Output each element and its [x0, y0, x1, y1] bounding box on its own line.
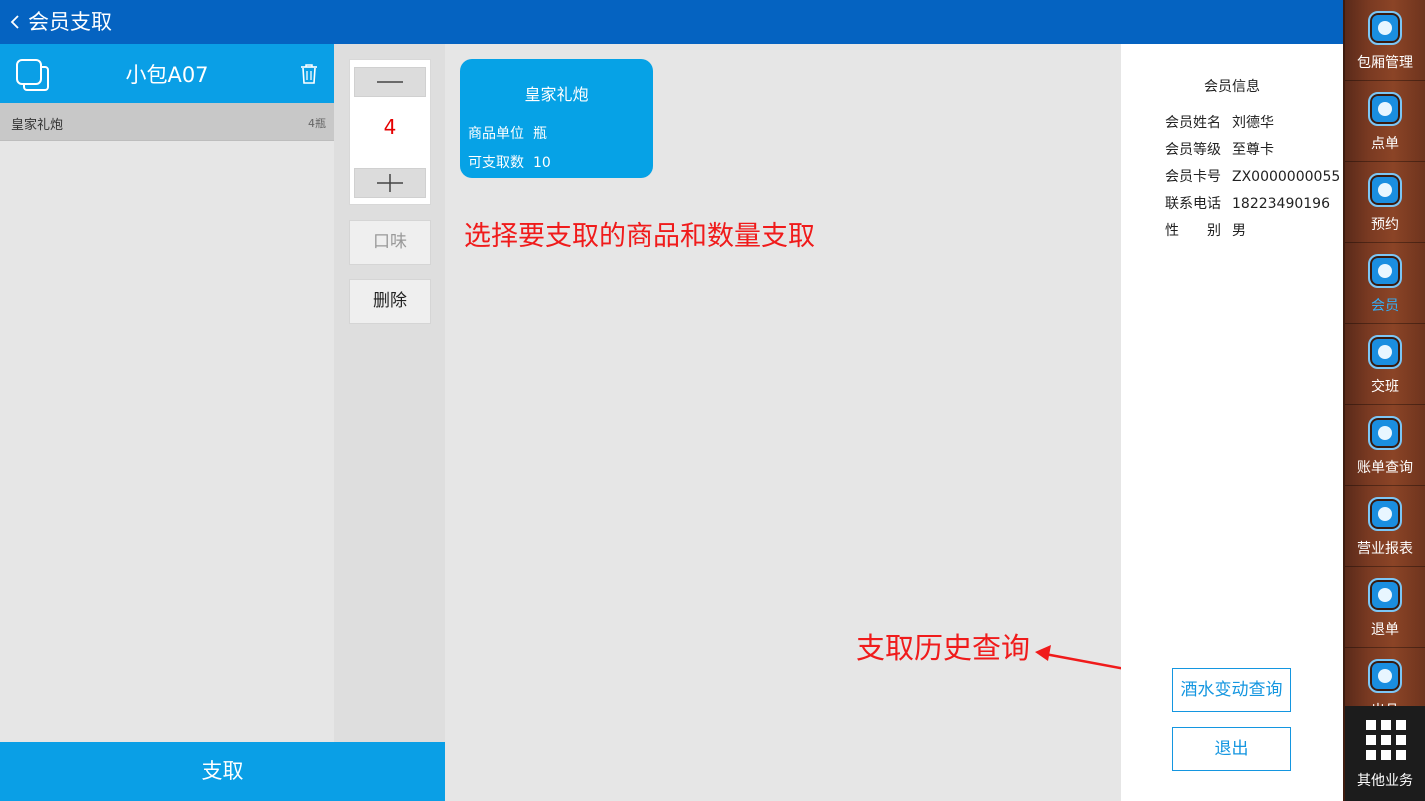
increment-button[interactable]: [354, 168, 426, 198]
member-field-label: 联系电话: [1165, 196, 1221, 212]
member-field-value: ZX0000000055: [1232, 169, 1341, 185]
member-level-row: 会员等级 至尊卡: [1165, 139, 1274, 159]
member-field-label: 性 别: [1165, 223, 1221, 239]
back-chevron-icon[interactable]: [6, 11, 24, 33]
product-area: 皇家礼炮 商品单位瓶 可支取数 10 选择要支取的商品和数量支取 支取历史查询: [445, 44, 1180, 801]
member-field-label: 会员等级: [1165, 142, 1221, 158]
nav-label: 预约: [1371, 217, 1399, 233]
plus-icon: [377, 174, 403, 192]
withdraw-button[interactable]: 支取: [0, 742, 445, 801]
member-field-value: 至尊卡: [1232, 142, 1274, 158]
member-gender-row: 性 别男: [1165, 220, 1246, 240]
side-nav: 包厢管理 点单 预约 会员 交班 账单查询 营业报表 退单 其他业务: [1343, 0, 1425, 801]
drink-change-query-button[interactable]: 酒水变动查询: [1172, 668, 1291, 712]
page-title: 会员支取: [28, 10, 112, 34]
member-field-value: 18223490196: [1232, 196, 1330, 212]
nav-item-other-business[interactable]: 其他业务: [1345, 706, 1425, 801]
member-name-row: 会员姓名 刘德华: [1165, 112, 1274, 132]
app-root: 会员支取 小包A07 皇家礼炮 4瓶 4 口味 删除 支取 皇家礼炮 商品单位 …: [0, 0, 1425, 801]
product-available-line: 可支取数 10: [468, 152, 551, 172]
nav-item-handover[interactable]: 交班: [1345, 324, 1425, 405]
clock-icon: [1368, 173, 1402, 207]
select-hint-annotation: 选择要支取的商品和数量支取: [464, 221, 815, 252]
member-phone-row: 联系电话 18223490196: [1165, 193, 1330, 213]
order-item-row[interactable]: 皇家礼炮 4瓶: [0, 103, 334, 141]
nav-label: 营业报表: [1357, 541, 1413, 557]
nav-item-refund[interactable]: 退单: [1345, 567, 1425, 648]
nav-item-bill-search[interactable]: 账单查询: [1345, 405, 1425, 486]
quantity-stepper: 4: [349, 59, 431, 205]
quantity-value: 4: [383, 115, 397, 139]
top-bar: 会员支取: [0, 0, 1343, 44]
nav-label: 退单: [1371, 622, 1399, 638]
member-field-label: 会员卡号: [1165, 169, 1221, 185]
member-field-value: 男: [1232, 223, 1246, 239]
nav-label: 会员: [1371, 298, 1399, 314]
nav-item-order[interactable]: 点单: [1345, 81, 1425, 162]
room-name: 小包A07: [125, 63, 209, 87]
order-item-qty: 4瓶: [308, 117, 326, 130]
history-hint-annotation: 支取历史查询: [856, 631, 1031, 665]
member-info-panel: 会员信息 会员姓名 刘德华 会员等级 至尊卡 会员卡号 ZX0000000055 联系…: [1121, 44, 1343, 801]
quantity-controls: 4 口味 删除: [334, 44, 445, 801]
member-card-row: 会员卡号 ZX0000000055: [1165, 166, 1340, 186]
product-card[interactable]: 皇家礼炮 商品单位瓶 可支取数 10: [460, 59, 653, 178]
export-icon: [1368, 659, 1402, 693]
trash-icon[interactable]: [299, 63, 319, 85]
product-unit: 瓶: [533, 126, 547, 142]
handover-icon: [1368, 335, 1402, 369]
decrement-button[interactable]: [354, 67, 426, 97]
room-header: 小包A07: [0, 44, 334, 103]
apps-grid-icon: [1366, 720, 1406, 760]
product-unit-label: 商品单位: [468, 126, 524, 142]
flavor-button[interactable]: 口味: [349, 220, 431, 265]
nav-label: 其他业务: [1357, 773, 1413, 789]
report-icon: [1368, 497, 1402, 531]
nav-label: 包厢管理: [1357, 55, 1413, 71]
product-available: 10: [533, 155, 551, 171]
member-field-label: 会员姓名: [1165, 115, 1221, 131]
nav-label: 账单查询: [1357, 460, 1413, 476]
member-field-value: 刘德华: [1232, 115, 1274, 131]
member-info-heading: 会员信息: [1204, 79, 1260, 95]
cocktail-icon: [1368, 92, 1402, 126]
nav-item-business-report[interactable]: 营业报表: [1345, 486, 1425, 567]
minus-icon: [377, 81, 403, 83]
nav-item-member[interactable]: 会员: [1345, 243, 1425, 324]
nav-label: 交班: [1371, 379, 1399, 395]
delete-button[interactable]: 删除: [349, 279, 431, 324]
nav-item-room-management[interactable]: 包厢管理: [1345, 0, 1425, 81]
bill-search-icon: [1368, 416, 1402, 450]
member-icon: [1368, 254, 1402, 288]
refund-icon: [1368, 578, 1402, 612]
grid-icon: [1368, 11, 1402, 45]
product-name: 皇家礼炮: [524, 85, 589, 104]
nav-item-reservation[interactable]: 预约: [1345, 162, 1425, 243]
nav-label: 点单: [1371, 136, 1399, 152]
order-item-name: 皇家礼炮: [11, 118, 64, 133]
exit-button[interactable]: 退出: [1172, 727, 1291, 771]
product-unit-line: 商品单位瓶: [468, 123, 547, 143]
order-panel: 小包A07 皇家礼炮 4瓶: [0, 44, 334, 742]
product-available-label: 可支取数: [468, 155, 524, 171]
